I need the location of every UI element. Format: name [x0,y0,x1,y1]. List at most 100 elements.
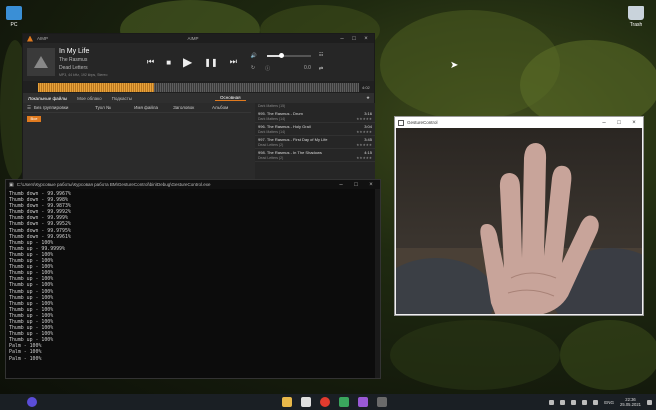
window-icon [398,119,404,126]
minimize-button[interactable]: – [598,120,610,126]
tab-playlist-main[interactable]: Основная [215,95,246,101]
playlist-item-album: Dark Matters (14) [258,117,286,121]
tray-icon[interactable] [549,399,555,405]
grouping-selector[interactable]: ☰ Без группировки [27,105,95,111]
volume-slider[interactable] [267,52,311,58]
stop-icon[interactable]: ■ [166,58,171,67]
app-name: AIMP [37,36,49,41]
language-indicator[interactable]: ENG [604,400,614,405]
browser-icon[interactable] [320,397,330,407]
store-icon[interactable] [301,397,311,407]
desktop-icon-pc[interactable]: PC [6,6,22,28]
volume-icon[interactable]: 🔊 [251,53,257,59]
desktop-icon-trash[interactable]: Trash [628,6,644,28]
volume-area: 🔊 ↻ ⓘ 0.0 [251,52,311,72]
shuffle-icon[interactable]: ⇄ [319,66,323,72]
track-meta: MP3, 44 kHz, 192 kbps, Stereo [59,72,108,77]
clock-date: 25.05.2021 [620,402,641,407]
playlist-item-title: 995. The Rasmus - Drum [258,111,303,116]
rating-stars: ★★★★★ [356,117,372,121]
tab-podcasts[interactable]: Подкасты [107,96,137,101]
minimize-button[interactable]: – [335,182,347,188]
volume-icon[interactable] [593,399,599,405]
close-button[interactable]: × [362,36,370,42]
maximize-button[interactable]: □ [350,182,362,188]
pause-icon[interactable]: ❚❚ [204,58,217,67]
notification-icon[interactable] [647,399,652,405]
camera-frame-image [396,143,642,314]
window-title: AIMP [187,36,199,41]
list-icon: ☰ [27,104,32,110]
playlist-item-album: Dead Letters (2) [258,143,284,147]
aimp-titlebar[interactable]: AIMP AIMP – □ × [23,34,374,43]
tray-icon[interactable] [571,399,577,405]
taskbar-apps [282,397,387,407]
gesture-titlebar[interactable]: GestureControl – □ × [395,117,643,128]
taskbar: ENG 22:36 25.05.2021 [0,394,656,410]
console-output: Thumb down - 99.9967% Thumb down - 99.998… [6,189,380,364]
playlist-item[interactable]: 998. The Rasmus - In The Shadows 4:15 Dea… [255,149,375,162]
aimp-window: AIMP AIMP – □ × In My Life The Rasmus De… [22,33,375,185]
computer-icon [6,6,22,20]
previous-icon[interactable]: ⏮ [147,57,154,67]
console-scrollbar[interactable] [375,189,380,378]
trash-icon [628,6,644,20]
track-info: In My Life The Rasmus Dead Letters MP3, … [59,48,137,77]
playlist-item[interactable]: 996. The Rasmus - Holy Grail 3:04 Dark Ma… [255,123,375,136]
playlist-item-duration: 3:45 [364,137,372,142]
console-titlebar[interactable]: ▣ C:\Users\Курсовые работы\Курсовая рабо… [6,180,380,189]
library-header: ☰ Без группировки Тухл № Имя файла Заголо… [23,103,251,113]
info-icon[interactable]: ⓘ [265,65,270,72]
console-icon: ▣ [9,181,14,188]
speed-value: 0.0 [303,64,311,71]
network-icon[interactable] [582,399,588,405]
playlist-item-title: 997. The Rasmus - First Day of My Life [258,137,328,142]
equalizer-icon[interactable]: ☷ [319,52,323,58]
playlist-item-duration: 4:15 [364,150,372,155]
grouping-label: Без группировки [34,105,69,110]
column-title[interactable]: Заголовок [173,105,212,110]
column-album[interactable]: Альбом [212,105,251,110]
mouse-cursor: ➤ [450,60,459,71]
column-file-name[interactable]: Имя файла [134,105,173,110]
clock[interactable]: 22:36 25.05.2021 [620,397,641,407]
column-track-number[interactable]: Тухл № [95,105,134,110]
playlist-item-album: Dark Matters (14) [258,130,286,134]
all-filter-button[interactable]: Все [27,116,41,122]
player-panel: In My Life The Rasmus Dead Letters MP3, … [23,43,374,81]
minimize-button[interactable]: – [338,36,346,42]
playlist-item[interactable]: 995. The Rasmus - Drum 3:16 Dark Matters … [255,110,375,123]
desktop-icon-label: Trash [629,22,643,28]
track-title: In My Life [59,47,90,55]
playlist-item-duration: 3:04 [364,124,372,129]
system-tray: ENG 22:36 25.05.2021 [549,394,652,410]
time-remaining: 4:02 [362,84,370,90]
seek-waveform[interactable]: 4:02 [23,81,374,93]
play-icon[interactable]: ▶ [183,55,192,69]
close-button[interactable]: × [365,182,377,188]
console-title: C:\Users\Курсовые работы\Курсовая работа… [16,182,211,187]
playlist-item[interactable]: 997. The Rasmus - First Day of My Life 3:… [255,136,375,149]
playlist-item-title: 996. The Rasmus - Holy Grail [258,124,311,129]
start-button[interactable] [27,397,37,407]
tab-my-cloud[interactable]: Мое облако [72,96,107,101]
desktop-icon-label: PC [10,22,18,28]
tray-icon[interactable] [560,399,566,405]
app-icon[interactable] [339,397,349,407]
next-icon[interactable]: ⏭ [230,57,237,67]
playlist-top-item[interactable]: Dark Matters (15) [255,103,375,110]
console-app-icon[interactable] [377,397,387,407]
repeat-icon[interactable]: ↻ [251,65,255,72]
playlist-panel: Dark Matters (15) 995. The Rasmus - Drum… [255,103,375,184]
maximize-button[interactable]: □ [350,36,358,42]
maximize-button[interactable]: □ [613,120,625,126]
aimp-logo-icon [34,56,48,68]
app-icon[interactable] [358,397,368,407]
console-line: Palm - 100% [9,355,42,362]
close-button[interactable]: × [628,120,640,126]
tab-local-files[interactable]: Локальные файлы [23,96,72,101]
star-icon[interactable]: ★ [366,95,374,101]
gesture-window-title: GestureControl [407,120,438,125]
playlist-item-duration: 3:16 [364,111,372,116]
folder-icon[interactable] [282,397,292,407]
